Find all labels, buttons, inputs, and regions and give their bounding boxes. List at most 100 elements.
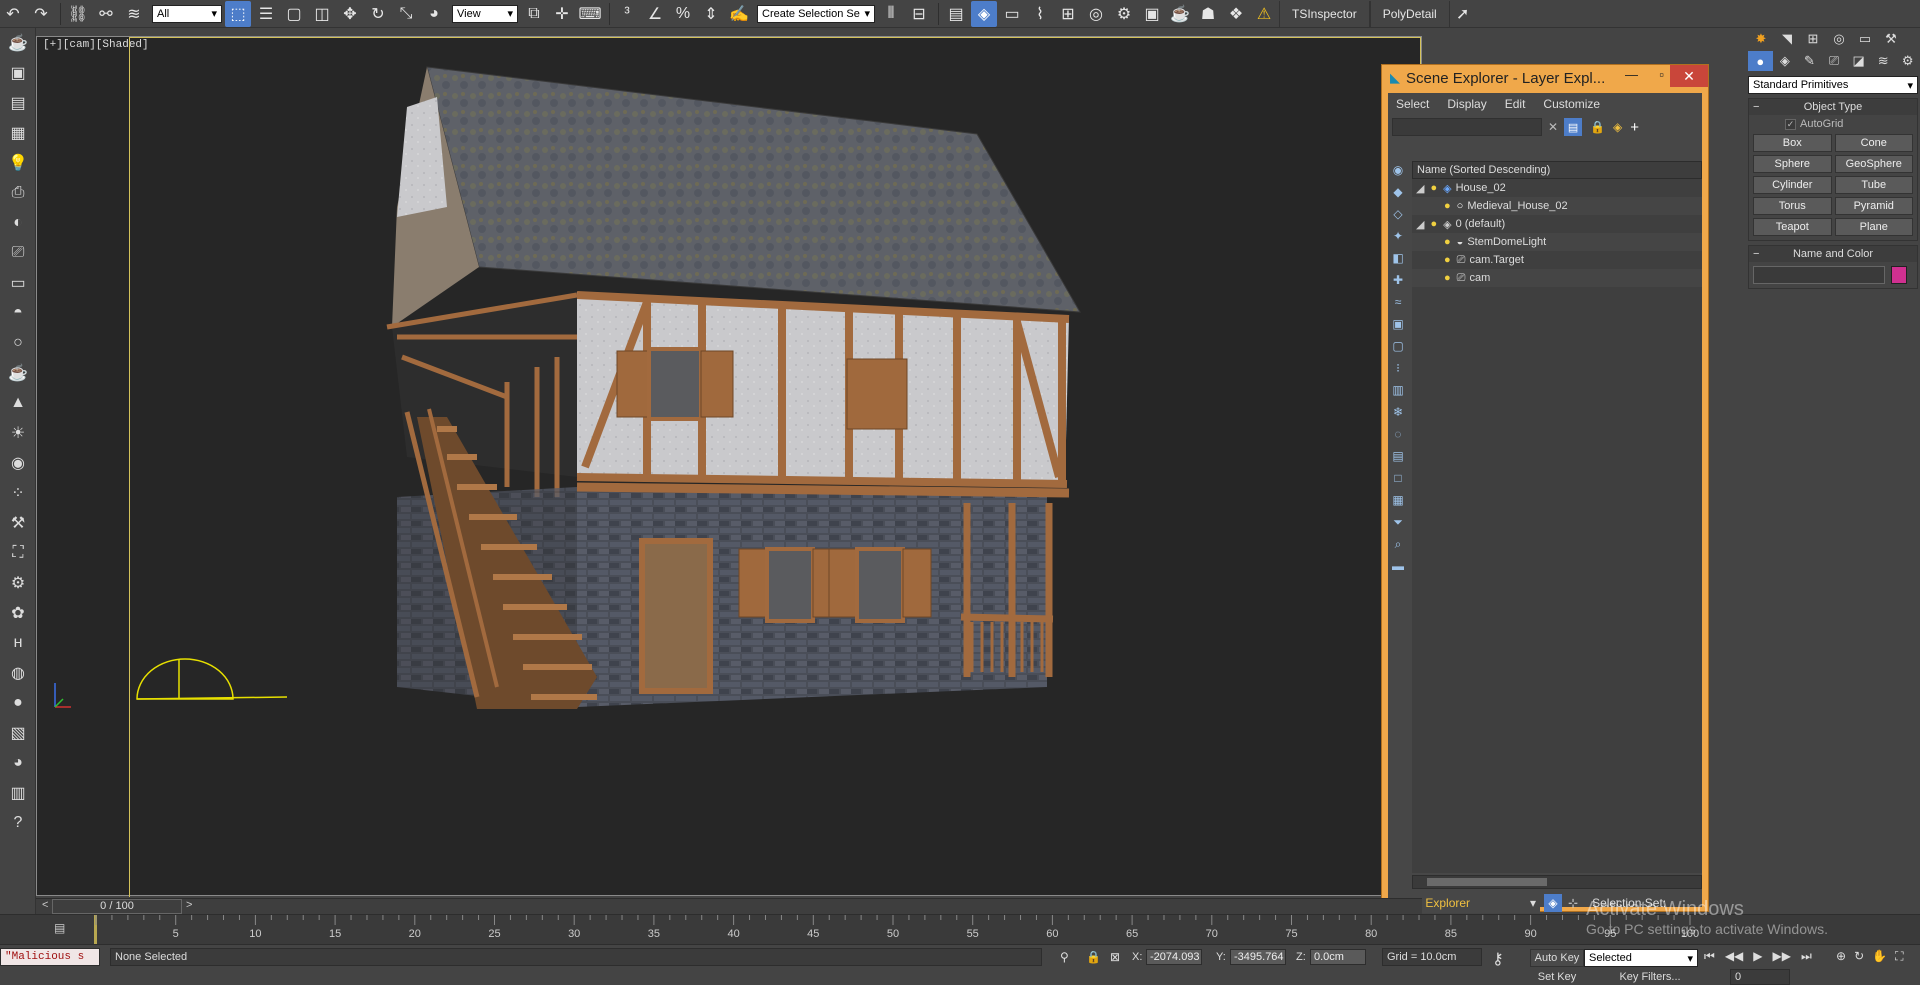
motion-tab-icon[interactable]: ◎ [1826,29,1852,49]
display-geometry-icon[interactable]: ◆ [1388,181,1408,203]
cone-button[interactable]: Cone [1834,134,1913,152]
light-bulb-icon[interactable]: ● [1444,272,1451,284]
batch-render-icon[interactable]: ▧ [0,718,36,748]
geometry-tab-icon[interactable]: ● [1748,51,1773,71]
grid-table-icon[interactable]: ▦ [0,118,36,148]
cylinder-button[interactable]: Cylinder [1753,176,1832,194]
toggle-layer-explorer-icon[interactable]: ◈ [971,0,997,27]
display-lights-icon[interactable]: ✦ [1388,225,1408,247]
collapse-icon[interactable]: ▬ [1388,555,1408,577]
create-tab-icon[interactable]: ✸ [1748,29,1774,49]
render-iterative-icon[interactable]: ☗ [1195,1,1221,27]
video-camera-icon[interactable]: ⎚ [0,238,36,268]
teapot-primitive-icon[interactable]: ☕ [0,358,36,388]
rendered-frame-window-icon[interactable]: ▣ [1139,1,1165,27]
display-spacewarps-icon[interactable]: ≈ [1388,291,1408,313]
light-bulb-icon[interactable]: ● [1430,182,1437,194]
y-coordinate-field[interactable]: -3495.764 [1230,949,1286,965]
box-button[interactable]: Box [1753,134,1832,152]
object-color-swatch[interactable] [1891,266,1907,284]
tree-row-cam-target[interactable]: ● ⎚ cam.Target [1412,251,1702,269]
white-sphere-icon[interactable]: ● [0,688,36,718]
sphere-button[interactable]: Sphere [1753,155,1832,173]
previous-frame-icon[interactable]: ◀◀ [1725,949,1743,964]
help-icon[interactable]: ? [0,808,36,838]
key-mode-dropdown[interactable]: Selected ▾ [1584,949,1698,967]
go-to-end-icon[interactable]: ⏭ [1801,949,1812,964]
display-frozen-icon[interactable]: ❄ [1388,401,1408,423]
globe-icon[interactable]: ◕ [0,748,36,778]
lock-icon[interactable]: 🔒 [1590,120,1605,134]
display-groups-icon[interactable]: ▣ [1388,313,1408,335]
utilities-tab-icon[interactable]: ⚒ [1878,29,1904,49]
helpers-tab-icon[interactable]: ◪ [1846,51,1871,71]
display-all-icon[interactable]: ◉ [1388,159,1408,181]
current-frame-field[interactable]: 0 [1730,969,1790,985]
spinner-snap-icon[interactable]: ⇕ [698,1,724,27]
frame-icon[interactable]: ⛶ [0,538,36,568]
lights-tab-icon[interactable]: ✎ [1797,51,1822,71]
x-coordinate-field[interactable]: -2074.093 [1146,949,1202,965]
auto-key-button[interactable]: Auto Key [1530,949,1584,967]
tsinspector-button[interactable]: TSInspector [1279,0,1370,27]
modify-tab-icon[interactable]: ◥ [1774,29,1800,49]
warning-icon[interactable]: ⚠ [1251,1,1277,27]
camera-icon[interactable]: ⎙ [0,178,36,208]
angle-snap-icon[interactable]: ∠ [642,1,668,27]
select-place-icon[interactable]: ◕ [421,1,447,27]
bind-space-warp-icon[interactable]: ≋ [121,1,147,27]
key-icon[interactable]: ⚷ [1492,949,1504,969]
display-none-icon[interactable]: □ [1388,467,1408,489]
maxscript-listener[interactable]: "Malicious s [0,948,100,966]
tree-row-house-02[interactable]: ◢ ● ◈ House_02 [1412,179,1702,197]
keyboard-shortcut-override-icon[interactable]: ⌨ [577,1,603,27]
select-by-name-icon[interactable]: ☰ [253,1,279,27]
go-to-start-icon[interactable]: ⏮ [1704,949,1715,964]
hierarchy-mode-icon[interactable]: ⊹ [1568,896,1578,910]
render-setup-icon[interactable]: ⚙ [1111,1,1137,27]
orbit-icon[interactable]: ↻ [1854,949,1864,964]
align-icon[interactable]: ⊟ [906,1,932,27]
display-cameras-icon[interactable]: ◧ [1388,247,1408,269]
absolute-mode-icon[interactable]: ⊠ [1110,950,1120,964]
document-icon[interactable]: ▤ [0,88,36,118]
named-selection-dropdown[interactable]: Create Selection Se ▾ [757,4,875,23]
select-manipulate-icon[interactable]: ✛ [549,1,575,27]
noise-icon[interactable]: ◍ [0,658,36,688]
menu-display[interactable]: Display [1447,97,1486,111]
cameras-tab-icon[interactable]: ⎚ [1822,51,1847,71]
maximize-icon[interactable]: ▫ [1659,67,1664,82]
systems-tab-icon[interactable]: ⚙ [1895,51,1920,71]
display-helpers-icon[interactable]: ✚ [1388,269,1408,291]
spacewarps-tab-icon[interactable]: ≋ [1871,51,1896,71]
shield-icon[interactable]: ◐ [0,208,36,238]
expand-arrow-icon[interactable]: ◢ [1416,182,1424,195]
next-frame-icon[interactable]: ▶▶ [1773,949,1791,964]
tree-row-0-default[interactable]: ◢ ● ◈ 0 (default) [1412,215,1702,233]
autogrid-checkbox[interactable]: ✓ [1785,118,1796,130]
search-input[interactable] [1392,118,1542,136]
display-hidden-icon[interactable]: ◌ [1388,423,1408,445]
schematic-view-icon[interactable]: ⊞ [1055,1,1081,27]
teapot-icon[interactable]: ☕ [0,28,36,58]
select-scale-icon[interactable]: ⤡ [393,1,419,27]
menu-select[interactable]: Select [1396,97,1429,111]
create-layer-icon[interactable]: ◈ [1613,120,1622,134]
track-bar[interactable]: ▤ 5 10 15 20 25 30 35 40 45 50 55 60 65 70 75 80 85 90 95 1… [0,914,1920,945]
display-bones-icon[interactable]: ⁝ [1388,357,1408,379]
filter-list-icon[interactable]: ▤ [1564,118,1583,136]
pivot-center-icon[interactable]: ⧉ [521,1,547,27]
disc-icon[interactable]: ◉ [0,448,36,478]
unlink-icon[interactable]: ⚯ [93,1,119,27]
material-editor-icon[interactable]: ◎ [1083,1,1109,27]
select-region-icon[interactable]: ▢ [281,1,307,27]
time-slider-thumb[interactable]: 0 / 100 [52,899,182,914]
selection-lock-icon[interactable]: 🔒 [1086,950,1101,964]
tree-row-medieval-house-02[interactable]: ● ○ Medieval_House_02 [1412,197,1702,215]
light-bulb-icon[interactable]: ● [1444,200,1451,212]
plant-icon[interactable]: ✿ [0,598,36,628]
explorer-titlebar[interactable]: ◣ Scene Explorer - Layer Expl... — ▫ ✕ [1382,65,1708,91]
find-icon[interactable]: ⌕ [1388,533,1408,555]
percent-snap-icon[interactable]: % [670,1,696,27]
object-type-header[interactable]: − Object Type [1749,99,1917,115]
